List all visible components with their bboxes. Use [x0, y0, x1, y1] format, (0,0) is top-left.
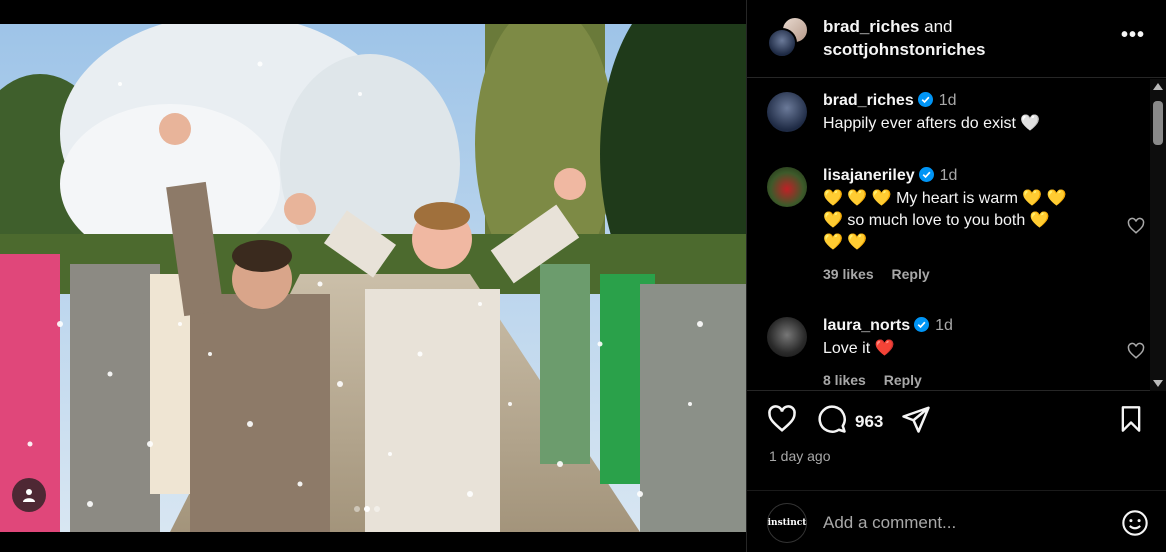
- comment-text-line: 💛 💛: [823, 234, 868, 251]
- post-header: brad_riches and scottjohnstonriches •••: [747, 0, 1166, 78]
- comment-bubble-icon[interactable]: [817, 404, 847, 434]
- carousel-indicator: [354, 506, 380, 512]
- verified-badge-icon: [918, 167, 934, 182]
- comments-list[interactable]: brad_riches 1d Happily ever afters do exi…: [747, 79, 1166, 391]
- post-authors: brad_riches and scottjohnstonriches: [823, 15, 985, 61]
- more-options-button[interactable]: •••: [1121, 25, 1145, 45]
- comment-likes[interactable]: 39 likes: [823, 266, 874, 282]
- author-username[interactable]: brad_riches: [823, 17, 919, 36]
- author-username[interactable]: scottjohnstonriches: [823, 40, 985, 59]
- carousel-dot: [374, 506, 380, 512]
- avatar[interactable]: [767, 92, 807, 132]
- emoji-smiley-icon[interactable]: [1121, 509, 1149, 537]
- comment-text: Love it ❤️: [823, 340, 895, 357]
- author-conjunction: and: [924, 17, 953, 36]
- post-timestamp[interactable]: 1 day ago: [769, 448, 831, 464]
- verified-badge-icon: [917, 92, 933, 107]
- comment-meta: 39 likes Reply: [823, 266, 1113, 282]
- carousel-dot-active: [364, 506, 370, 512]
- collab-avatars[interactable]: [767, 16, 809, 58]
- share-send-icon[interactable]: [901, 404, 931, 434]
- reply-button[interactable]: Reply: [892, 266, 930, 282]
- comments-scrollbar[interactable]: [1150, 79, 1166, 391]
- scrollbar-thumb[interactable]: [1153, 101, 1163, 145]
- like-comment-heart-icon[interactable]: [1127, 342, 1145, 360]
- like-heart-icon[interactable]: [767, 404, 797, 434]
- comment-text: 💛 💛 💛 My heart is warm 💛 💛 💛 so much lov…: [823, 188, 1113, 254]
- comment-time[interactable]: 1d: [939, 92, 957, 109]
- avatar: [767, 28, 797, 58]
- avatar[interactable]: [767, 167, 807, 207]
- scroll-down-arrow-icon[interactable]: [1153, 380, 1163, 387]
- comment-username[interactable]: brad_riches: [823, 92, 914, 109]
- user-icon: [23, 489, 35, 502]
- comment-username[interactable]: lisajaneriley: [823, 167, 915, 184]
- comment-count[interactable]: 963: [855, 412, 883, 432]
- comment-text: Happily ever afters do exist 🤍: [823, 115, 1041, 132]
- reply-button[interactable]: Reply: [884, 372, 922, 388]
- save-bookmark-icon[interactable]: [1117, 404, 1145, 434]
- comment-likes[interactable]: 8 likes: [823, 372, 866, 388]
- comment-text-line: 💛 💛 💛 My heart is warm 💛 💛: [823, 190, 1067, 207]
- post-actions: 963: [767, 404, 1147, 444]
- add-comment-bar: instinct: [747, 490, 1166, 552]
- like-comment-heart-icon[interactable]: [1127, 217, 1145, 235]
- current-user-avatar[interactable]: instinct: [767, 503, 807, 543]
- carousel-dot: [354, 506, 360, 512]
- tagged-users-button[interactable]: [12, 478, 46, 512]
- post-side-panel: brad_riches and scottjohnstonriches ••• …: [746, 0, 1166, 552]
- comment-text-line: 💛 so much love to you both 💛: [823, 212, 1050, 229]
- comment-username[interactable]: laura_norts: [823, 317, 910, 334]
- comment-meta: 8 likes Reply: [823, 372, 1113, 388]
- wedding-photo[interactable]: [0, 24, 746, 532]
- photo-illustration: [0, 24, 746, 532]
- verified-badge-icon: [914, 317, 930, 332]
- comment-input[interactable]: [823, 509, 1093, 537]
- scroll-up-arrow-icon[interactable]: [1153, 83, 1163, 90]
- comment-time[interactable]: 1d: [935, 317, 953, 334]
- post-media: [0, 0, 746, 552]
- comment-time[interactable]: 1d: [940, 167, 958, 184]
- avatar[interactable]: [767, 317, 807, 357]
